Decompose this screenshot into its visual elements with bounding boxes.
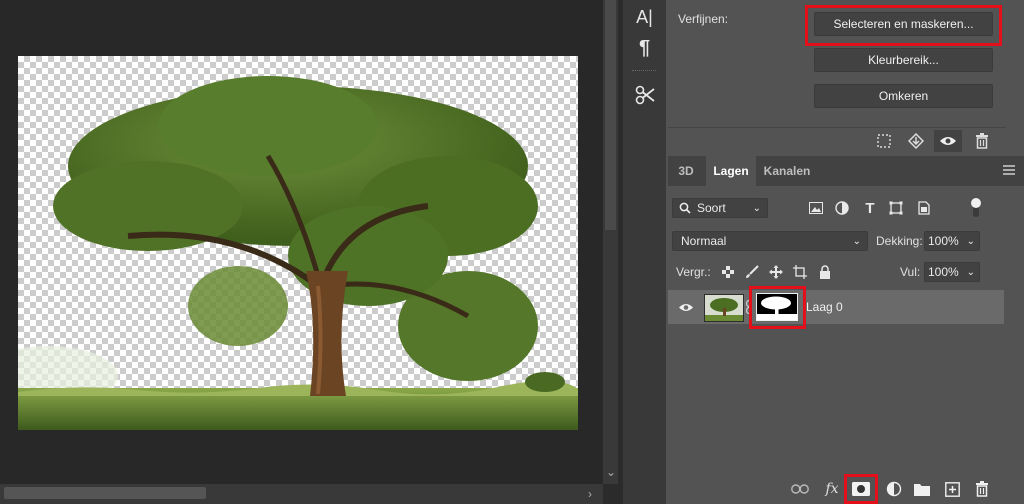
opacity-value: 100%	[928, 234, 959, 248]
tool-divider	[632, 70, 656, 72]
lock-artboard-icon[interactable]	[790, 262, 810, 282]
layer-thumbnail[interactable]	[704, 294, 744, 322]
eye-icon[interactable]	[934, 130, 962, 152]
tab-channels[interactable]: Kanalen	[758, 156, 816, 186]
fill-value: 100%	[928, 265, 959, 279]
filter-kind-dropdown[interactable]: Soort ⌄	[672, 198, 768, 218]
add-mask-icon[interactable]	[849, 478, 873, 500]
document-canvas[interactable]	[18, 56, 578, 430]
tree-image	[18, 76, 578, 430]
fill-field[interactable]: 100% ⌄	[924, 262, 980, 282]
lock-label: Vergr.:	[676, 265, 711, 279]
layer-mask-thumbnail[interactable]	[756, 293, 798, 321]
blend-mode-dropdown[interactable]: Normaal ⌄	[672, 231, 868, 251]
opacity-label: Dekking:	[876, 234, 923, 248]
tab-layers[interactable]: Lagen	[706, 156, 756, 186]
right-panel	[666, 0, 1024, 504]
opacity-field[interactable]: 100% ⌄	[924, 231, 980, 251]
select-and-mask-button[interactable]: Selecteren en maskeren...	[814, 12, 993, 36]
blend-mode-value: Normaal	[681, 234, 727, 248]
apply-mask-icon[interactable]	[902, 130, 930, 152]
refine-label: Verfijnen:	[678, 12, 729, 26]
filter-toggle-switch[interactable]	[970, 197, 982, 219]
panel-menu-icon[interactable]	[1002, 163, 1018, 179]
vertical-scroll-thumb[interactable]	[605, 0, 616, 230]
folder-icon[interactable]	[910, 478, 934, 500]
chevron-down-icon: ⌄	[966, 235, 975, 247]
filter-kind-label: Soort	[697, 201, 726, 215]
link-icon[interactable]	[788, 478, 812, 500]
lock-move-icon[interactable]	[766, 262, 786, 282]
tool-presets-icon[interactable]	[623, 80, 666, 110]
scroll-right-icon[interactable]: ›	[588, 488, 592, 500]
trash-icon[interactable]	[968, 130, 996, 152]
adjustment-icon[interactable]	[882, 478, 906, 500]
filter-shape-icon[interactable]	[886, 198, 906, 218]
chevron-down-icon: ⌄	[966, 266, 975, 278]
layer-name[interactable]: Laag 0	[806, 300, 843, 314]
text-vertical-icon[interactable]: A|	[623, 2, 666, 32]
horizontal-scroll-thumb[interactable]	[4, 487, 206, 499]
filter-pixel-icon[interactable]	[806, 198, 826, 218]
lock-brush-icon[interactable]	[742, 262, 762, 282]
new-layer-icon[interactable]	[940, 478, 964, 500]
search-icon	[679, 202, 691, 214]
filter-smart-object-icon[interactable]	[914, 198, 934, 218]
selection-icon[interactable]	[870, 130, 898, 152]
chevron-down-icon: ⌄	[852, 235, 861, 247]
delete-layer-icon[interactable]	[970, 478, 994, 500]
tab-3d[interactable]: 3D	[668, 156, 704, 186]
filter-type-icon[interactable]: T	[860, 198, 880, 218]
fill-label: Vul:	[900, 265, 921, 279]
lock-transparent-icon[interactable]	[718, 262, 738, 282]
paragraph-icon[interactable]: ¶	[623, 33, 666, 63]
filter-adjustment-icon[interactable]	[832, 198, 852, 218]
tool-strip	[623, 0, 666, 504]
lock-all-icon[interactable]	[815, 262, 835, 282]
scroll-down-icon[interactable]: ⌄	[606, 466, 616, 478]
layer-visibility-eye-icon[interactable]	[676, 299, 696, 315]
color-range-button[interactable]: Kleurbereik...	[814, 48, 993, 72]
fx-icon[interactable]: fx	[820, 478, 844, 500]
invert-button[interactable]: Omkeren	[814, 84, 993, 108]
chevron-down-icon: ⌄	[752, 202, 761, 214]
